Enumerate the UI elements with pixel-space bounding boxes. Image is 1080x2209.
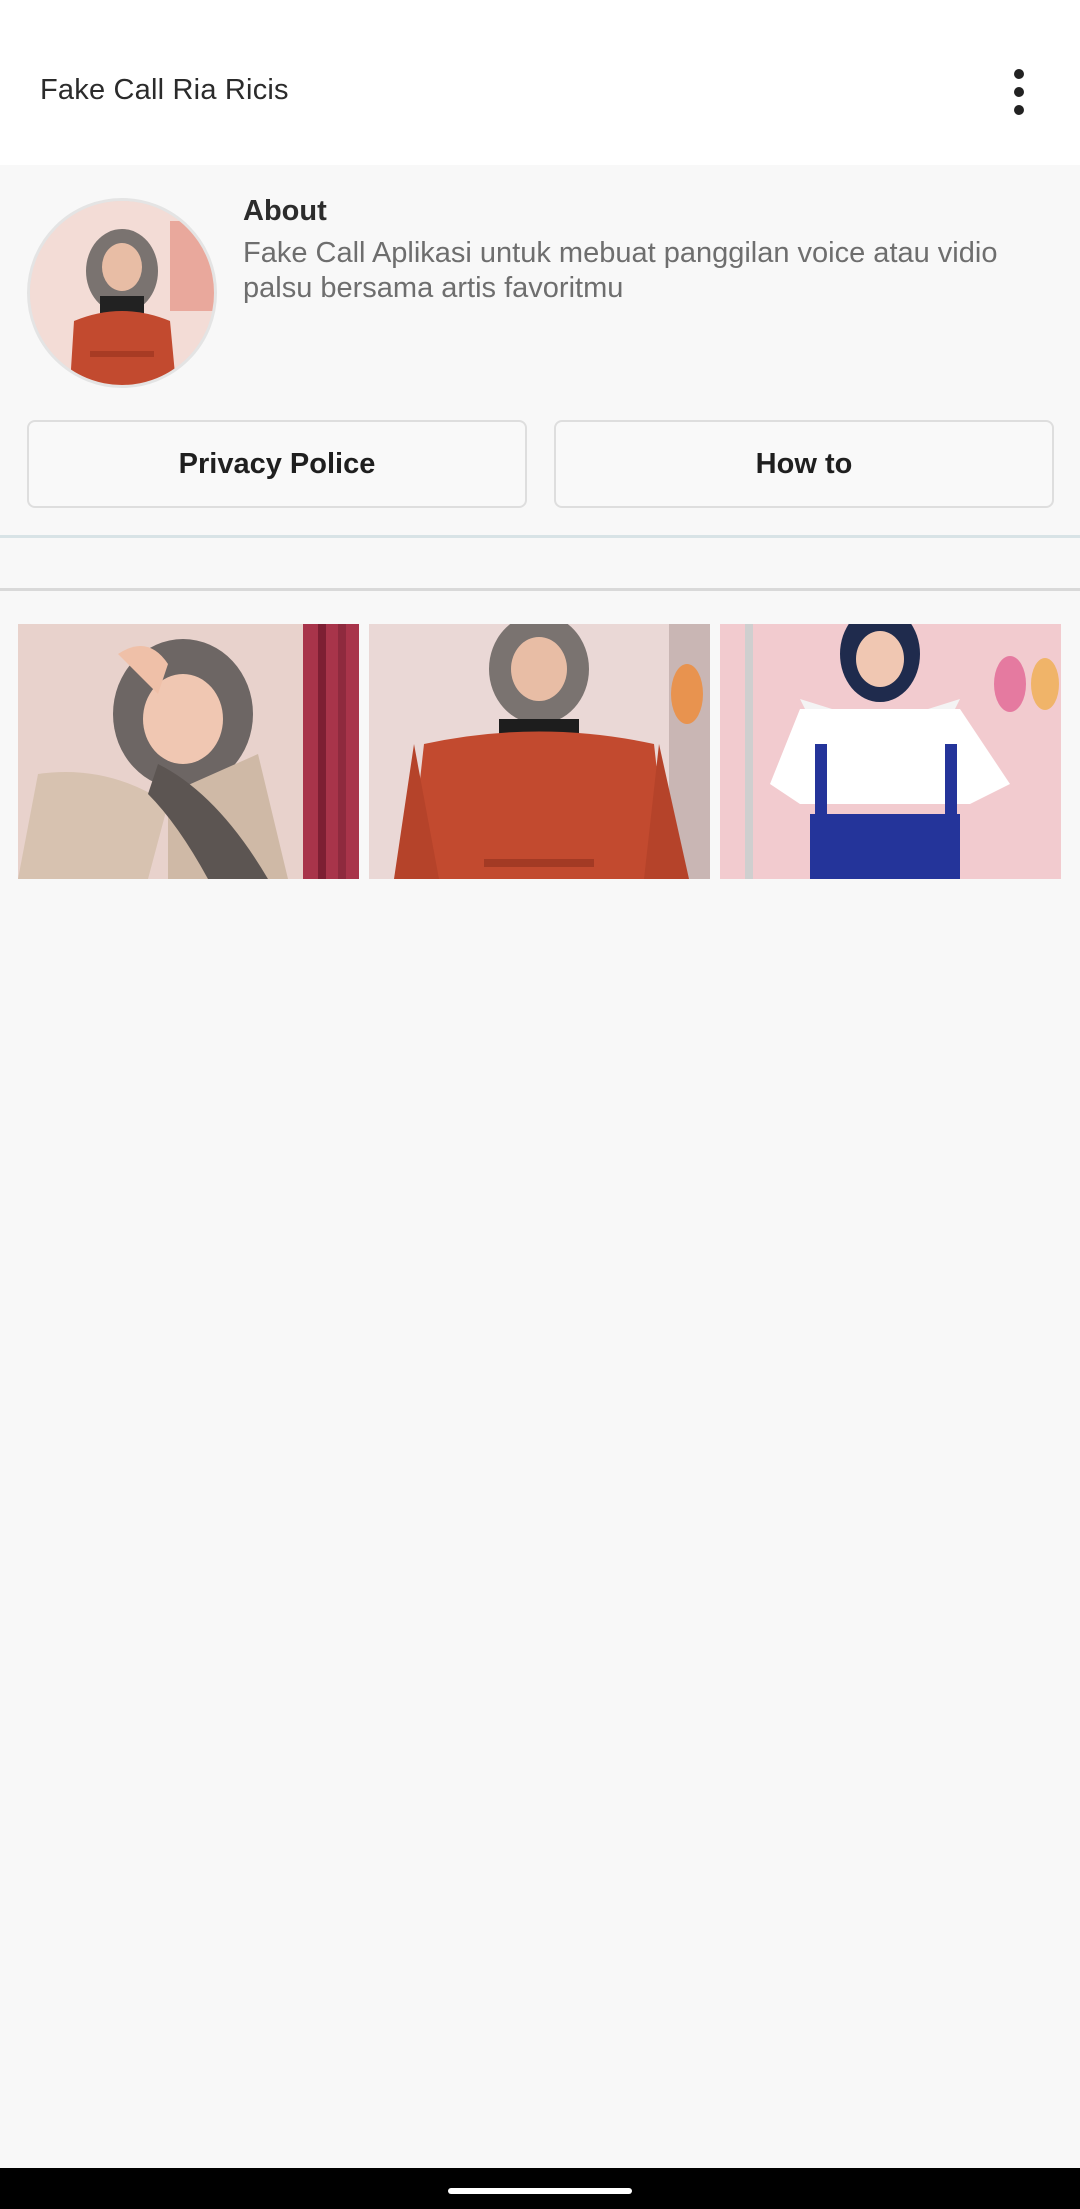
app-title: Fake Call Ria Ricis	[40, 74, 289, 106]
system-navigation-bar	[0, 2168, 1080, 2209]
divider	[0, 588, 1080, 591]
about-heading: About	[243, 195, 327, 227]
profile-avatar[interactable]	[27, 198, 217, 388]
home-gesture-handle[interactable]	[448, 2188, 632, 2194]
photo-thumbnail[interactable]	[18, 624, 359, 879]
more-vert-icon[interactable]	[994, 62, 1044, 122]
divider	[0, 535, 1080, 538]
about-description: Fake Call Aplikasi untuk mebuat panggila…	[243, 237, 998, 304]
privacy-police-button[interactable]: Privacy Police	[27, 420, 527, 508]
photo-thumbnail[interactable]	[369, 624, 710, 879]
photo-gallery	[18, 624, 1062, 879]
app-bar: Fake Call Ria Ricis	[0, 0, 1080, 165]
photo-thumbnail[interactable]	[720, 624, 1061, 879]
how-to-button[interactable]: How to	[554, 420, 1054, 508]
main-content: About Fake Call Aplikasi untuk mebuat pa…	[0, 165, 1080, 2164]
